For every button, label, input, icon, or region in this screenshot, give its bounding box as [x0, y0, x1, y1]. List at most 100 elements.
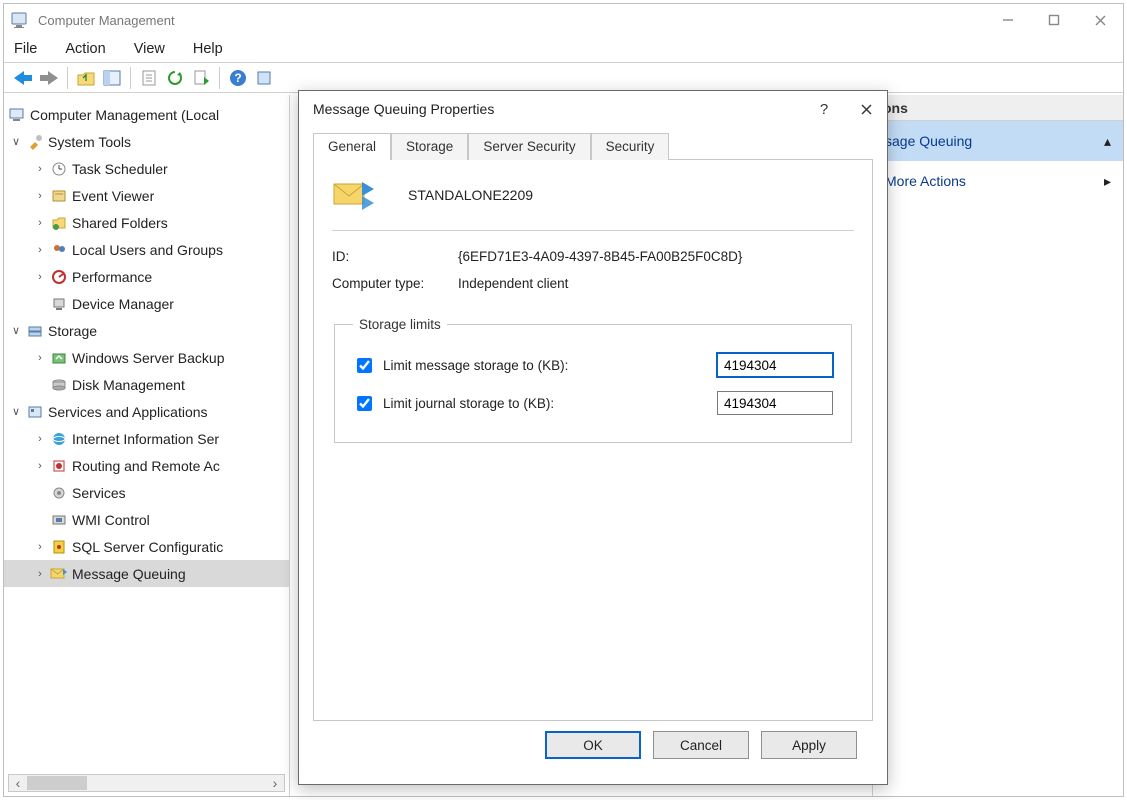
actions-item-more[interactable]: More Actions ▸ — [873, 161, 1123, 201]
tree-device-manager[interactable]: Device Manager — [4, 290, 289, 317]
actions-item-label: sage Queuing — [885, 133, 972, 149]
limit-journal-label: Limit journal storage to (KB): — [383, 396, 554, 411]
actions-pane: ons sage Queuing ▴ More Actions ▸ — [872, 95, 1123, 796]
expand-icon[interactable]: › — [32, 271, 48, 283]
tree-event-viewer[interactable]: ›Event Viewer — [4, 182, 289, 209]
close-button[interactable] — [845, 91, 887, 127]
close-button[interactable] — [1077, 4, 1123, 36]
tree-label: Task Scheduler — [72, 161, 168, 177]
tree-iis[interactable]: ›Internet Information Ser — [4, 425, 289, 452]
expand-icon[interactable]: › — [32, 433, 48, 445]
tree-storage[interactable]: ∨Storage — [4, 317, 289, 344]
extra-button[interactable] — [251, 65, 277, 91]
tab-page-general: STANDALONE2209 ID:{6EFD71E3-4A09-4397-8B… — [313, 159, 873, 721]
menu-action[interactable]: Action — [65, 41, 105, 57]
horizontal-scrollbar[interactable]: ‹ › — [8, 774, 285, 792]
minimize-button[interactable] — [985, 4, 1031, 36]
show-hide-tree-button[interactable] — [99, 65, 125, 91]
limit-journal-checkbox-label[interactable]: Limit journal storage to (KB): — [353, 393, 554, 414]
export-list-button[interactable] — [188, 65, 214, 91]
computer-icon — [8, 106, 26, 124]
properties-button[interactable] — [136, 65, 162, 91]
sql-icon — [50, 538, 68, 556]
expand-icon[interactable]: › — [32, 460, 48, 472]
titlebar: Computer Management — [4, 4, 1123, 36]
users-icon — [50, 241, 68, 259]
tree-label: WMI Control — [72, 512, 150, 528]
shared-folder-icon — [50, 214, 68, 232]
limit-message-checkbox[interactable] — [357, 358, 372, 373]
tree-label: System Tools — [48, 134, 131, 150]
tree-disk-management[interactable]: Disk Management — [4, 371, 289, 398]
tree-label: Windows Server Backup — [72, 350, 225, 366]
scroll-right-icon[interactable]: › — [266, 775, 284, 791]
tree-task-scheduler[interactable]: › Task Scheduler — [4, 155, 289, 182]
tree-windows-server-backup[interactable]: › Windows Server Backup — [4, 344, 289, 371]
scrollbar-thumb[interactable] — [27, 776, 87, 790]
refresh-button[interactable] — [162, 65, 188, 91]
scroll-left-icon[interactable]: ‹ — [9, 775, 27, 791]
iis-icon — [50, 430, 68, 448]
menu-file[interactable]: File — [14, 41, 37, 57]
tree-message-queuing[interactable]: ›Message Queuing — [4, 560, 289, 587]
ok-button[interactable]: OK — [545, 731, 641, 759]
expand-icon[interactable]: › — [32, 352, 48, 364]
limit-message-input[interactable] — [717, 353, 833, 377]
tree-pane[interactable]: Computer Management (Local ∨ System Tool… — [4, 95, 290, 796]
gear-icon — [50, 484, 68, 502]
menu-help[interactable]: Help — [193, 41, 223, 57]
id-label: ID: — [332, 249, 458, 264]
event-icon — [50, 187, 68, 205]
tree-wmi[interactable]: WMI Control — [4, 506, 289, 533]
tree-sql-config[interactable]: ›SQL Server Configuratic — [4, 533, 289, 560]
expand-icon[interactable]: › — [32, 568, 48, 580]
expand-icon[interactable]: › — [32, 541, 48, 553]
expand-icon[interactable]: › — [32, 163, 48, 175]
type-label: Computer type: — [332, 276, 458, 291]
tree-services-apps[interactable]: ∨Services and Applications — [4, 398, 289, 425]
tree-routing[interactable]: ›Routing and Remote Ac — [4, 452, 289, 479]
tree-root[interactable]: Computer Management (Local — [4, 101, 289, 128]
maximize-button[interactable] — [1031, 4, 1077, 36]
envelope-icon — [50, 565, 68, 583]
collapse-icon[interactable]: ∨ — [8, 135, 24, 148]
collapse-icon[interactable]: ∨ — [8, 405, 24, 418]
tree-system-tools[interactable]: ∨ System Tools — [4, 128, 289, 155]
tree-label: Disk Management — [72, 377, 185, 393]
tab-security[interactable]: Security — [591, 133, 670, 160]
tab-general[interactable]: General — [313, 133, 391, 160]
expand-icon[interactable]: › — [32, 190, 48, 202]
toolbar: ? — [4, 63, 1123, 93]
help-button[interactable]: ? — [225, 65, 251, 91]
cancel-button[interactable]: Cancel — [653, 731, 749, 759]
apply-button[interactable]: Apply — [761, 731, 857, 759]
tree-local-users[interactable]: › Local Users and Groups — [4, 236, 289, 263]
tree-performance[interactable]: ›Performance — [4, 263, 289, 290]
forward-button[interactable] — [36, 65, 62, 91]
collapse-icon[interactable]: ∨ — [8, 324, 24, 337]
tree-label: Shared Folders — [72, 215, 168, 231]
back-button[interactable] — [10, 65, 36, 91]
actions-item-message-queuing[interactable]: sage Queuing ▴ — [873, 121, 1123, 161]
expand-icon[interactable]: › — [32, 217, 48, 229]
envelope-icon — [332, 178, 376, 212]
tab-storage[interactable]: Storage — [391, 133, 468, 160]
tree-label: Services — [72, 485, 126, 501]
menu-view[interactable]: View — [134, 41, 165, 57]
tree-label: Device Manager — [72, 296, 174, 312]
services-apps-icon — [26, 403, 44, 421]
routing-icon — [50, 457, 68, 475]
expand-icon[interactable]: › — [32, 244, 48, 256]
actions-item-label: More Actions — [885, 173, 966, 189]
limit-journal-checkbox[interactable] — [357, 396, 372, 411]
limit-journal-input[interactable] — [717, 391, 833, 415]
tree-label: Local Users and Groups — [72, 242, 223, 258]
storage-limits-fieldset: Storage limits Limit message storage to … — [334, 317, 852, 443]
tree-services[interactable]: Services — [4, 479, 289, 506]
tools-icon — [26, 133, 44, 151]
up-folder-button[interactable] — [73, 65, 99, 91]
tree-shared-folders[interactable]: › Shared Folders — [4, 209, 289, 236]
tab-server-security[interactable]: Server Security — [468, 133, 590, 160]
limit-message-checkbox-label[interactable]: Limit message storage to (KB): — [353, 355, 568, 376]
help-button[interactable]: ? — [803, 91, 845, 127]
